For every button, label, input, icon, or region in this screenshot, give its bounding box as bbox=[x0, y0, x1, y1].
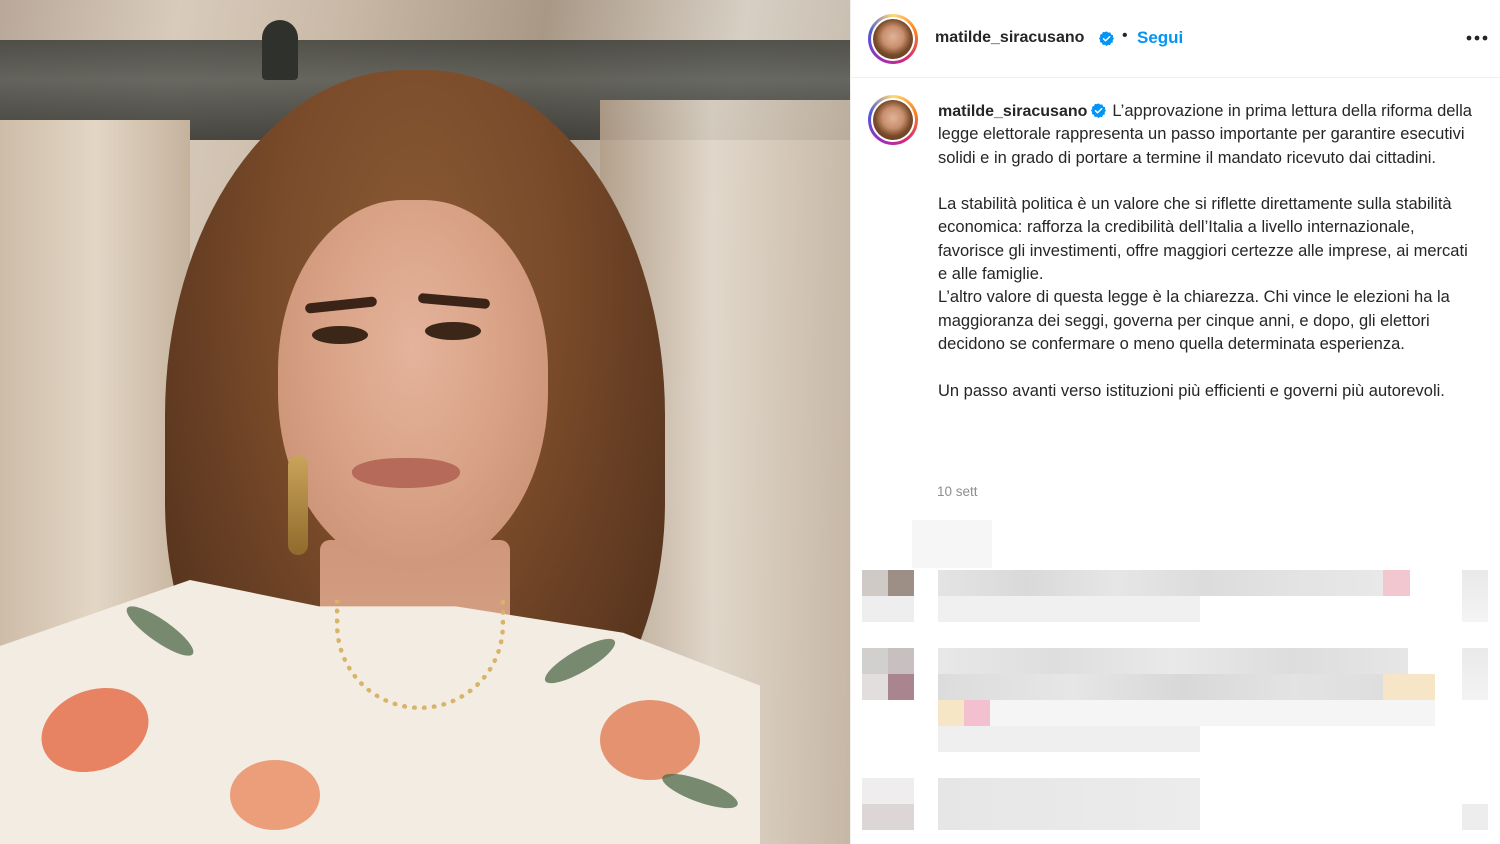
pixelated-emoji bbox=[964, 700, 990, 726]
pixelated-avatar bbox=[862, 596, 914, 622]
pixelated-avatar bbox=[862, 778, 914, 804]
pixelated-emoji bbox=[938, 700, 964, 726]
pixelated-emoji bbox=[1383, 570, 1410, 596]
verified-badge-icon bbox=[1091, 103, 1107, 118]
verified-badge-icon bbox=[1099, 31, 1114, 46]
post-timestamp[interactable]: 10 sett bbox=[937, 484, 978, 499]
comments-section-pixelated bbox=[850, 515, 1500, 844]
pixelated-comment-text bbox=[938, 570, 1383, 596]
pixelated-avatar bbox=[862, 804, 914, 830]
pixelated-comment-text bbox=[938, 726, 1200, 752]
pixelated-like-icon bbox=[1462, 570, 1488, 622]
pixelated-like-icon bbox=[1462, 804, 1488, 830]
pixelated-comment-text bbox=[938, 674, 1383, 700]
caption-paragraph-2: La stabilità politica è un valore che si… bbox=[938, 195, 1468, 284]
author-username[interactable]: matilde_siracusano bbox=[935, 29, 1084, 47]
more-options-icon[interactable] bbox=[1463, 28, 1491, 48]
photo-subject-earring bbox=[288, 455, 308, 555]
caption-body: matilde_siracusano L’approvazione in pri… bbox=[938, 100, 1473, 426]
pixelated-avatar bbox=[888, 674, 914, 700]
pixelated-avatar bbox=[888, 648, 914, 674]
pixelated-avatar bbox=[862, 674, 888, 700]
pixelated-like-icon bbox=[1462, 648, 1488, 700]
photo-jacket-flower bbox=[600, 700, 700, 780]
pixelated-comment-text bbox=[990, 700, 1435, 726]
author-avatar[interactable] bbox=[868, 14, 918, 64]
post-photo[interactable] bbox=[0, 0, 850, 844]
photo-background-post bbox=[262, 20, 298, 80]
photo-subject-lips bbox=[352, 458, 460, 488]
pixelated-comment-text bbox=[938, 778, 1200, 830]
photo-subject-face bbox=[278, 200, 548, 570]
pixelated-avatar bbox=[862, 570, 888, 596]
pixelated-avatar bbox=[888, 570, 914, 596]
caption-paragraph-3: L’altro valore di questa legge è la chia… bbox=[938, 288, 1450, 353]
pixelated-emoji bbox=[1383, 674, 1435, 700]
caption-author-username[interactable]: matilde_siracusano bbox=[938, 103, 1087, 120]
follow-button[interactable]: Segui bbox=[1137, 28, 1183, 48]
caption-author-avatar[interactable] bbox=[868, 95, 918, 145]
caption-paragraph-4: Un passo avanti verso istituzioni più ef… bbox=[938, 381, 1445, 400]
header-separator: • bbox=[1122, 27, 1128, 44]
photo-jacket-flower bbox=[230, 760, 320, 830]
pixelated-comment-text bbox=[938, 596, 1200, 622]
pixelated-comment-text bbox=[938, 648, 1408, 674]
post-header: matilde_siracusano • Segui bbox=[851, 0, 1500, 78]
photo-subject-eye bbox=[425, 322, 481, 340]
photo-subject-eye bbox=[312, 326, 368, 344]
pixelated-block bbox=[912, 520, 992, 568]
pixelated-avatar bbox=[862, 648, 888, 674]
